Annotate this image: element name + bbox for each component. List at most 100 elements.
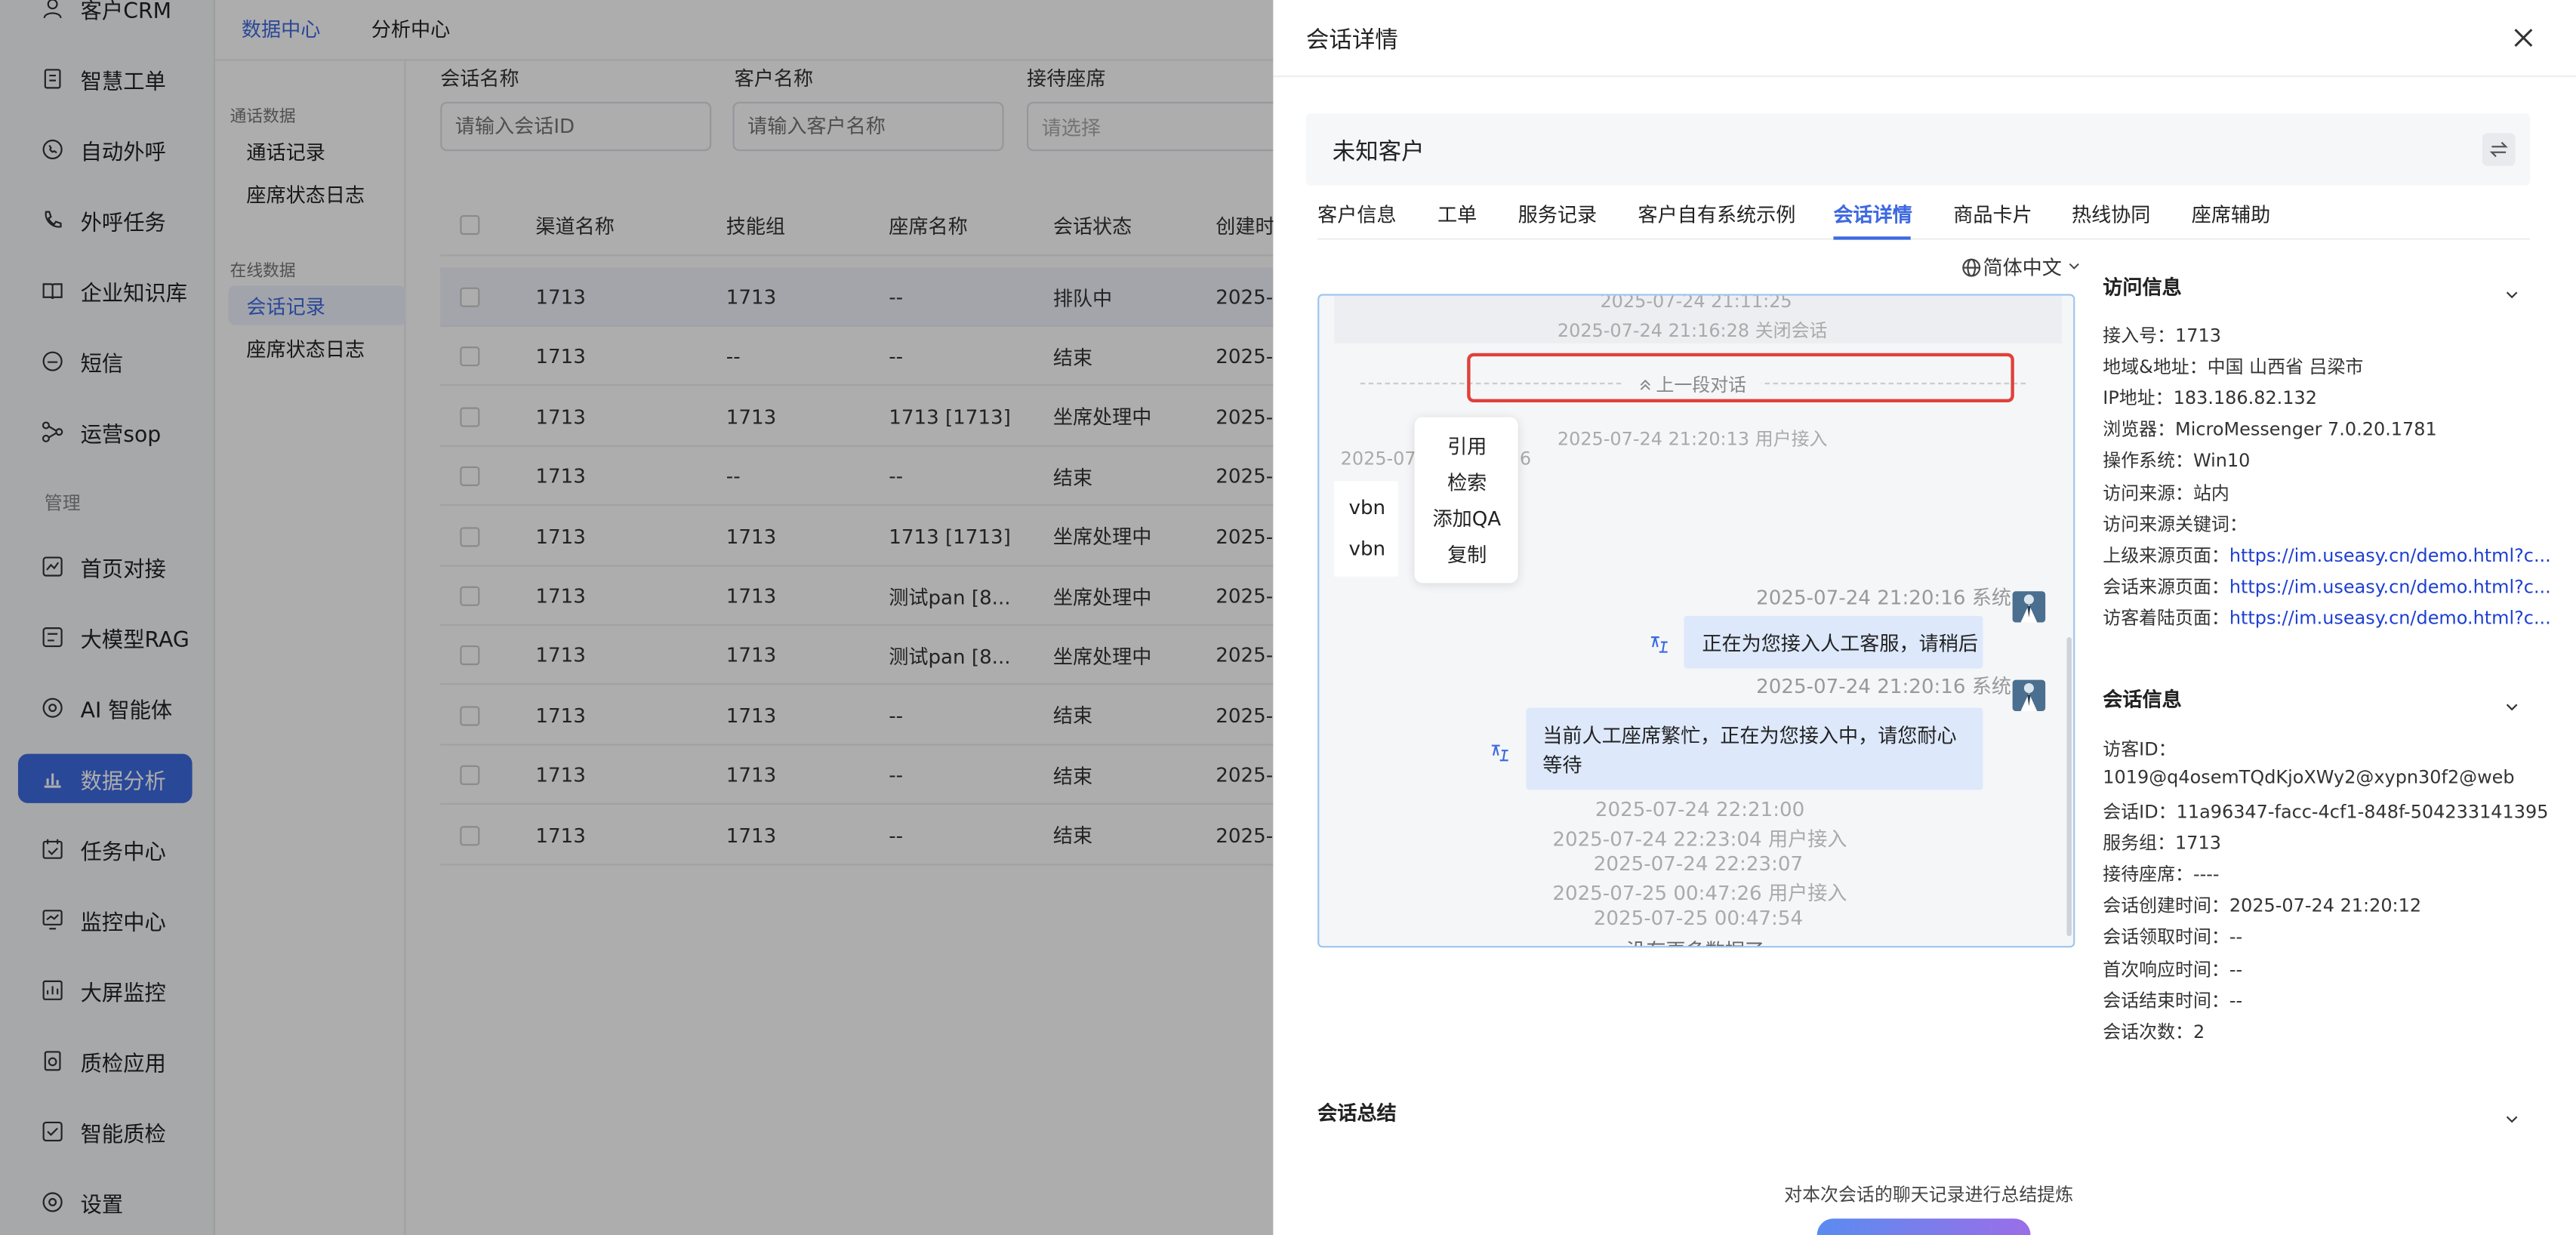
session-info-row: 首次响应时间：-- [2103,955,2242,981]
visit-info-label: 访问来源关键词： [2103,513,2248,535]
visit-info-row: 访问来源：站内 [2103,479,2229,505]
visit-info-value: 站内 [2192,482,2229,504]
visit-info-value: Win10 [2192,450,2251,473]
session-info-row: 会话结束时间：-- [2103,987,2242,1013]
user-message-2: vbn [1348,537,1386,560]
chat-time-1: 2025-07-24 21:11:25 [1600,294,1792,313]
visitor-id-label: 访客ID： [2103,738,2177,761]
swap-icon[interactable] [2482,133,2516,166]
drawer-tab-1[interactable]: 工单 [1437,200,1477,228]
summary-description: 对本次会话的聊天记录进行总结提炼 [1784,1184,2074,1206]
session-info-value: -- [2229,958,2243,980]
visit-info-value: 183.186.82.132 [2173,387,2318,410]
session-info-label: 会话创建时间： [2103,895,2229,917]
visit-info-row: 访问来源关键词： [2103,510,2247,537]
customer-header: 未知客户 [1305,113,2531,186]
visit-info-row: 访客着陆页面：https://im.useasy.cn/demo.html?c.… [2103,604,2550,630]
visit-info-link[interactable]: https://im.useasy.cn/demo.html?c... [2229,608,2551,629]
visit-info-label: 上级来源页面： [2103,544,2229,566]
chat-scrollbar[interactable] [2066,637,2072,937]
modal-overlay[interactable] [0,0,1274,1235]
visit-info-link[interactable]: https://im.useasy.cn/demo.html?c... [2229,545,2551,566]
visit-info-label: 接入号： [2103,325,2176,347]
visit-info-label: 浏览器： [2103,419,2176,441]
visit-info-label: 访问来源： [2103,482,2193,504]
system-avatar-1 [2009,588,2052,624]
session-info-collapse-icon[interactable] [2504,691,2520,711]
close-icon[interactable] [2512,25,2534,48]
visit-info-label: 会话来源页面： [2103,576,2229,598]
visit-info-value: 中国 山西省 吕梁市 [2207,356,2364,378]
session-info-label: 会话ID： [2103,801,2177,823]
chat-tail-3: 2025-07-24 22:23:07 [1593,852,1804,876]
visit-info-row: 上级来源页面：https://im.useasy.cn/demo.html?c.… [2103,541,2550,568]
session-info-label: 会话领取时间： [2103,926,2229,949]
visit-info-row: 接入号：1713 [2103,322,2221,348]
session-info-row: 会话领取时间：-- [2103,923,2242,950]
chat-tail-5: 2025-07-25 00:47:54 [1593,906,1804,930]
visit-info-value: MicroMessenger 7.0.20.1781 [2175,419,2437,441]
system-time-2: 2025-07-24 21:20:16 系统 [1756,675,2012,698]
session-info-row: 会话次数：2 [2103,1018,2205,1044]
visit-info-value: 1713 [2175,325,2221,347]
session-info-value: ---- [2192,864,2220,886]
menu-quote[interactable]: 引用 [1447,432,1487,460]
chat-tail-2: 2025-07-24 22:23:04 用户接入 [1552,827,1847,851]
visit-info-row: 会话来源页面：https://im.useasy.cn/demo.html?c.… [2103,573,2550,599]
system-avatar-2 [2009,676,2052,713]
session-info-row: 会话创建时间：2025-07-24 21:20:12 [2103,892,2421,919]
system-message-2: 当前人工座席繁忙，正在为您接入中，请您耐心等待 [1526,707,1983,790]
drawer-tab-7[interactable]: 座席辅助 [2192,200,2270,228]
session-info-label: 服务组： [2103,833,2176,855]
drawer-tab-3[interactable]: 客户自有系统示例 [1638,200,1795,228]
visit-info-link[interactable]: https://im.useasy.cn/demo.html?c... [2229,576,2551,597]
active-tab-underline [1833,236,1911,240]
drawer-divider [1273,75,2576,78]
translate-icon[interactable] [1648,630,1671,653]
app-root: 客户CRM 智慧工单 自动外呼 外呼任务 企业知识库 短信 运营sop 首页对接 大模型RAG A… [0,0,2576,1235]
drawer-tab-5[interactable]: 商品卡片 [1953,200,2032,228]
session-info-label: 首次响应时间： [2103,958,2229,980]
customer-name: 未知客户 [1332,139,1425,166]
highlight-box [1467,353,2014,403]
session-info-label: 会话结束时间： [2103,989,2229,1012]
visit-info-label: 访客着陆页面： [2103,607,2229,629]
system-message-2-text: 当前人工座席繁忙，正在为您接入中，请您耐心等待 [1542,724,1957,778]
visit-info-row: 操作系统：Win10 [2103,448,2250,474]
system-time-1: 2025-07-24 21:20:16 系统 [1756,586,2012,610]
session-info-row: 会话ID：11a96347-facc-4cf1-848f-50423314139… [2103,798,2548,824]
drawer-tab-2[interactable]: 服务记录 [1518,200,1597,228]
session-info-label: 会话次数： [2103,1021,2193,1043]
session-info-value: 2025-07-24 21:20:12 [2229,895,2422,917]
drawer-tab-6[interactable]: 热线协同 [2072,200,2150,228]
visit-info-collapse-icon[interactable] [2504,279,2520,299]
drawer-tab-4[interactable]: 会话详情 [1833,200,1912,228]
user-message-bubble[interactable]: vbn vbn [1333,481,1398,577]
session-info-value: 1713 [2175,833,2221,855]
summary-collapse-icon[interactable] [2504,1104,2520,1123]
menu-copy[interactable]: 复制 [1447,541,1487,568]
menu-add-qa[interactable]: 添加QA [1432,504,1501,532]
session-info-value: -- [2229,989,2243,1012]
visit-info-row: 地域&地址：中国 山西省 吕梁市 [2103,353,2363,380]
menu-search[interactable]: 检索 [1447,468,1487,496]
language-label: 简体中文 [1983,256,2062,279]
language-select[interactable]: 简体中文 [1961,253,2081,281]
globe-icon [1961,257,1981,276]
message-context-menu: 引用 检索 添加QA 复制 [1414,417,1518,584]
translate-icon-2[interactable] [1488,739,1511,762]
no-more-data: 没有更多数据了 [1626,936,1764,946]
visit-info-label: 地域&地址： [2103,356,2208,378]
visit-info-label: IP地址： [2103,387,2174,410]
system-message-1: 正在为您接入人工客服，请稍后 [1684,615,1983,669]
chevron-down-icon [2066,260,2081,275]
drawer-tab-0[interactable]: 客户信息 [1317,200,1396,228]
summary-generate-button[interactable] [1816,1218,2031,1235]
visit-info-row: 浏览器：MicroMessenger 7.0.20.1781 [2103,416,2436,442]
chat-tail-4: 2025-07-25 00:47:26 用户接入 [1552,882,1847,905]
visit-info-label: 操作系统： [2103,450,2193,473]
chat-tail-1: 2025-07-24 22:21:00 [1595,798,1805,821]
session-info-value: 2 [2192,1021,2205,1043]
session-info-title: 会话信息 [2103,688,2182,712]
user-time-partial-a: 2025-07 [1340,448,1416,470]
